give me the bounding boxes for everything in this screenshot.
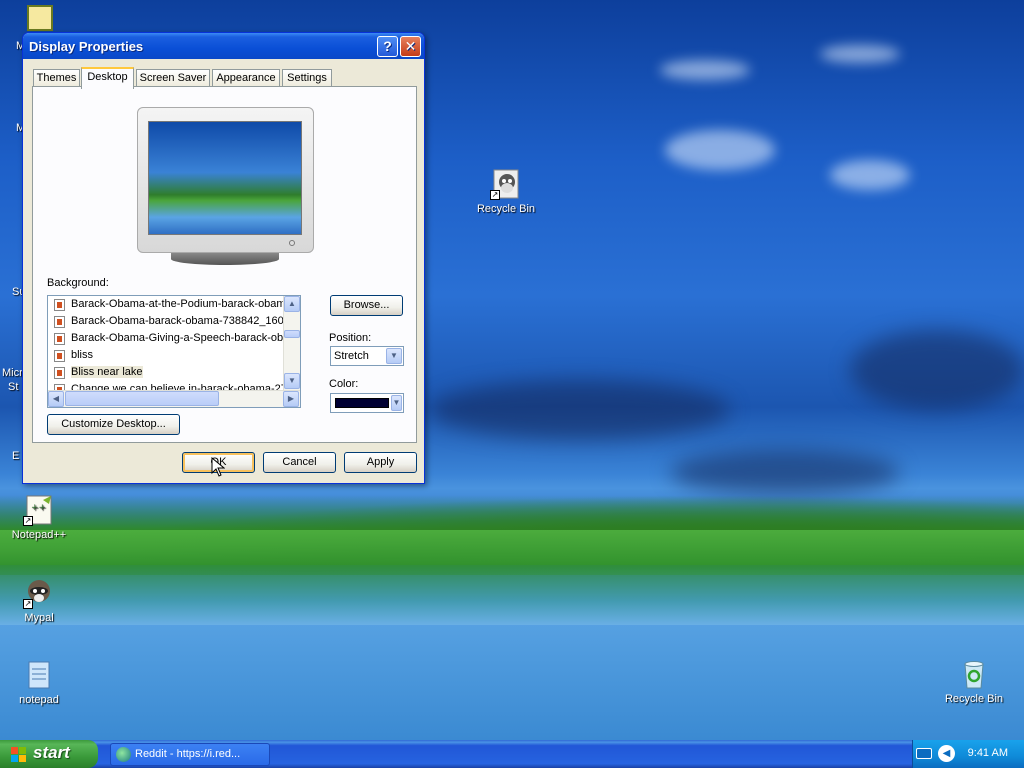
hills bbox=[0, 530, 1024, 570]
desktop-icon-recycle-bin[interactable]: Recycle Bin bbox=[934, 658, 1014, 705]
desktop-icon-notepadpp[interactable]: ++ ↗ Notepad++ bbox=[0, 494, 79, 541]
image-file-icon bbox=[54, 367, 65, 379]
background-list: Barack-Obama-at-the-Podium-barack-obama-… bbox=[48, 296, 284, 390]
image-file-icon bbox=[54, 350, 65, 362]
color-label: Color: bbox=[329, 378, 359, 390]
desktop-icon-label: Micr bbox=[2, 367, 23, 379]
position-select[interactable]: Stretch ▼ bbox=[330, 346, 404, 366]
cloud bbox=[430, 380, 730, 440]
clock[interactable]: 9:41 AM bbox=[968, 747, 1008, 759]
list-item[interactable]: Change we can believe in-barack-obama-27… bbox=[48, 381, 284, 390]
raccoon-icon: ↗ bbox=[490, 168, 522, 200]
cloud bbox=[660, 60, 750, 80]
desktop-icon-label: notepad bbox=[19, 694, 59, 706]
vertical-scrollbar[interactable]: ▲ ▼ bbox=[283, 296, 300, 390]
keyboard-icon[interactable] bbox=[916, 748, 932, 759]
image-file-icon bbox=[54, 333, 65, 345]
shortcut-arrow-icon: ↗ bbox=[23, 599, 33, 609]
tab-desktop[interactable]: Desktop bbox=[81, 67, 134, 89]
list-item[interactable]: Barack-Obama-barack-obama-738842_1600_12 bbox=[48, 313, 284, 330]
system-tray: ◀ 9:41 AM bbox=[912, 740, 1024, 768]
cloud bbox=[665, 130, 775, 170]
monitor-stand bbox=[171, 253, 279, 265]
desktop-icon-label: Recycle Bin bbox=[944, 693, 1004, 705]
background-label: Background: bbox=[47, 277, 109, 289]
list-item-label: Barack-Obama-Giving-a-Speech-barack-obam… bbox=[71, 332, 284, 344]
list-item-label: Bliss near lake bbox=[71, 366, 143, 378]
scroll-down-arrow-icon[interactable]: ▼ bbox=[284, 373, 300, 389]
monitor-preview bbox=[137, 107, 314, 253]
notepad-icon bbox=[23, 659, 55, 691]
browser-icon bbox=[116, 747, 131, 762]
customize-desktop-button[interactable]: Customize Desktop... bbox=[47, 414, 180, 435]
desktop-tab-panel: Background: Barack-Obama-at-the-Podium-b… bbox=[32, 86, 417, 443]
image-file-icon bbox=[54, 299, 65, 311]
taskbar-item-label: Reddit - https://i.red... bbox=[135, 748, 241, 760]
wallpaper-preview bbox=[148, 121, 302, 235]
desktop-icon-notepad[interactable]: notepad bbox=[0, 659, 79, 706]
taskbar: start Reddit - https://i.red... ◀ 9:41 A… bbox=[0, 740, 1024, 768]
cloud bbox=[820, 45, 900, 63]
raccoon-icon: ↗ bbox=[23, 577, 55, 609]
cloud bbox=[850, 330, 1024, 410]
display-properties-dialog: Display Properties ? ✕ Themes Desktop Sc… bbox=[22, 32, 425, 484]
scroll-right-arrow-icon[interactable]: ▶ bbox=[283, 391, 299, 407]
expand-tray-icon[interactable]: ◀ bbox=[938, 745, 955, 762]
close-button[interactable]: ✕ bbox=[400, 36, 421, 57]
desktop-icon-label: Notepad++ bbox=[11, 529, 67, 541]
desktop-icon-mypal[interactable]: ↗ Mypal bbox=[0, 577, 79, 624]
taskbar-item-reddit[interactable]: Reddit - https://i.red... bbox=[110, 743, 270, 766]
list-item-label: bliss bbox=[71, 349, 94, 361]
position-value: Stretch bbox=[334, 350, 369, 362]
list-item[interactable]: Bliss near lake bbox=[48, 364, 284, 381]
shortcut-arrow-icon: ↗ bbox=[490, 190, 500, 200]
desktop-icon-label: Recycle Bin bbox=[476, 203, 536, 215]
desktop-icon-recycle-bin-shortcut[interactable]: ↗ Recycle Bin bbox=[466, 168, 546, 215]
browse-button[interactable]: Browse... bbox=[330, 295, 403, 316]
lake-reflection bbox=[0, 565, 1024, 625]
notepadpp-icon: ++ ↗ bbox=[23, 494, 55, 526]
position-label: Position: bbox=[329, 332, 372, 344]
cloud bbox=[670, 450, 900, 495]
list-item[interactable]: Barack-Obama-Giving-a-Speech-barack-obam… bbox=[48, 330, 284, 347]
title-bar[interactable]: Display Properties ? ✕ bbox=[23, 33, 424, 59]
desktop-icon-label: E bbox=[12, 450, 20, 462]
cancel-button[interactable]: Cancel bbox=[263, 452, 336, 473]
desktop-icon-label: Mypal bbox=[24, 612, 54, 624]
list-item[interactable]: bliss bbox=[48, 347, 284, 364]
help-button[interactable]: ? bbox=[377, 36, 398, 57]
background-listbox[interactable]: Barack-Obama-at-the-Podium-barack-obama-… bbox=[47, 295, 301, 408]
windows-logo-icon bbox=[10, 746, 26, 762]
color-picker[interactable]: ▼ bbox=[330, 393, 404, 413]
window-title: Display Properties bbox=[29, 39, 144, 54]
list-item-label: Barack-Obama-at-the-Podium-barack-obama-… bbox=[71, 298, 284, 310]
list-item-label: Change we can believe in-barack-obama-27… bbox=[71, 383, 284, 390]
color-swatch bbox=[335, 398, 389, 408]
shortcut-arrow-icon: ↗ bbox=[23, 516, 33, 526]
scroll-up-arrow-icon[interactable]: ▲ bbox=[284, 296, 300, 312]
list-item[interactable]: Barack-Obama-at-the-Podium-barack-obama-… bbox=[48, 296, 284, 313]
desktop-icon-top-left[interactable] bbox=[27, 5, 53, 31]
apply-button[interactable]: Apply bbox=[344, 452, 417, 473]
image-file-icon bbox=[54, 316, 65, 328]
chevron-down-icon[interactable]: ▼ bbox=[391, 395, 402, 411]
scroll-thumb[interactable] bbox=[65, 391, 219, 406]
start-button[interactable]: start bbox=[0, 740, 98, 768]
svg-text:++: ++ bbox=[31, 503, 46, 513]
cloud bbox=[830, 160, 910, 190]
recycle-bin-icon bbox=[958, 658, 990, 690]
chevron-down-icon[interactable]: ▼ bbox=[386, 348, 402, 364]
list-item-label: Barack-Obama-barack-obama-738842_1600_12 bbox=[71, 315, 284, 327]
start-label: start bbox=[33, 743, 70, 762]
scroll-left-arrow-icon[interactable]: ◀ bbox=[48, 391, 64, 407]
scroll-thumb[interactable] bbox=[284, 330, 300, 338]
mouse-cursor-icon bbox=[211, 456, 226, 480]
power-led-icon bbox=[289, 240, 295, 246]
desktop-icon-label: St bbox=[8, 381, 19, 393]
horizontal-scrollbar[interactable]: ◀ ▶ bbox=[48, 390, 300, 407]
